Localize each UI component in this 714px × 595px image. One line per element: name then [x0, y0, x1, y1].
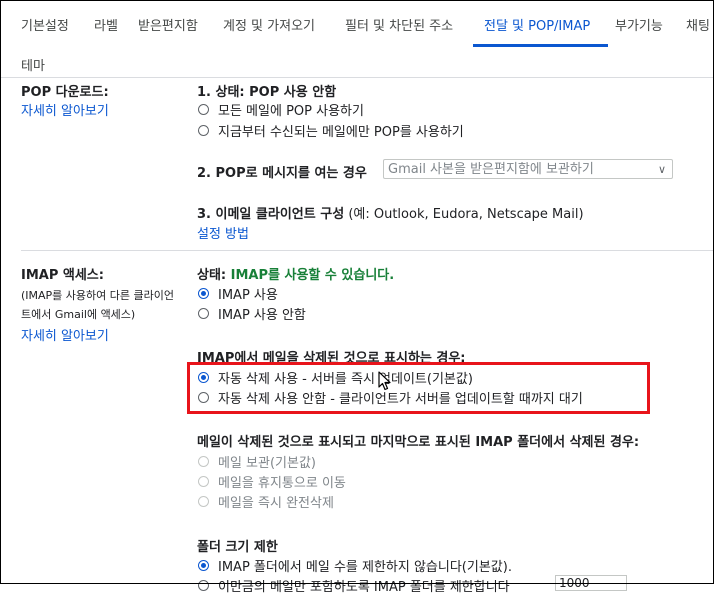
chevron-down-icon: ∨	[657, 163, 666, 176]
imap-status-prefix: 상태:	[197, 268, 231, 283]
folder-no-limit-radio[interactable]	[198, 560, 209, 571]
section-divider	[21, 250, 714, 251]
pop-step3-title: 3. 이메일 클라이언트 구성	[197, 207, 345, 222]
imap-enable-label[interactable]: IMAP 사용	[218, 284, 278, 303]
imap-status-label: 상태: IMAP를 사용할 수 있습니다.	[197, 264, 394, 283]
active-tab-indicator	[473, 44, 608, 47]
auto-expunge-off-radio[interactable]	[198, 392, 209, 403]
tab-labels[interactable]: 라벨	[94, 15, 118, 34]
pop-status-label: 1. 상태: POP 사용 안함	[197, 81, 336, 100]
pop-step3-label: 3. 이메일 클라이언트 구성 (예: Outlook, Eudora, Net…	[197, 203, 584, 222]
settings-tab-bar: 기본설정 라벨 받은편지함 계정 및 가져오기 필터 및 차단된 주소 전달 및…	[0, 0, 714, 46]
pop-status-prefix: 1. 상태:	[197, 85, 250, 100]
tab-general[interactable]: 기본설정	[21, 15, 69, 34]
mouse-pointer-icon	[378, 371, 391, 391]
imap-desc-line1: (IMAP를 사용하여 다른 클라이언	[21, 289, 174, 302]
tab-forwarding-pop-imap[interactable]: 전달 및 POP/IMAP	[484, 15, 590, 34]
tab-filters-blocked[interactable]: 필터 및 차단된 주소	[345, 15, 453, 34]
tab-chat[interactable]: 채팅	[686, 15, 710, 34]
expunge-archive-label: 메일 보관(기본값)	[218, 456, 316, 471]
pop-all-mail-label[interactable]: 모든 메일에 POP 사용하기	[218, 100, 364, 119]
imap-desc-line2: 트에서 Gmail에 액세스)	[21, 308, 136, 321]
folder-limit-input[interactable]: 1000	[555, 575, 627, 591]
folder-no-limit-label[interactable]: IMAP 폴더에서 메일 수를 제한하지 않습니다(기본값).	[218, 556, 512, 575]
pop-action-selected-value: Gmail 사본을 받은편지함에 보관하기	[388, 162, 594, 177]
pop-from-now-radio[interactable]	[198, 125, 209, 136]
imap-section-title: IMAP 액세스:	[21, 268, 104, 283]
pop-from-now-label[interactable]: 지금부터 수신되는 메일에만 POP를 사용하기	[218, 121, 464, 140]
imap-delete-heading: IMAP에서 메일을 삭제된 것으로 표시하는 경우:	[197, 351, 466, 366]
expunge-delete-radio[interactable]	[198, 496, 209, 507]
folder-limit-label[interactable]: 이만큼의 메일만 포함하도록 IMAP 폴더를 제한합니다	[218, 576, 510, 595]
pop-learn-more-link[interactable]: 자세히 알아보기	[21, 100, 109, 119]
expunge-trash-radio[interactable]	[198, 476, 209, 487]
pop-setup-link[interactable]: 설정 방법	[197, 223, 249, 242]
tab-accounts-import[interactable]: 계정 및 가져오기	[223, 15, 315, 34]
pop-action-select[interactable]: Gmail 사본을 받은편지함에 보관하기 ∨	[383, 159, 673, 179]
imap-status-value: IMAP를 사용할 수 있습니다.	[230, 268, 395, 283]
pop-status-value: POP 사용 안함	[249, 85, 337, 100]
folder-size-heading: 폴더 크기 제한	[197, 540, 278, 555]
tabs-divider	[0, 77, 714, 78]
imap-disable-label[interactable]: IMAP 사용 안함	[218, 304, 306, 323]
tab-themes[interactable]: 테마	[21, 55, 45, 74]
imap-expunge-heading: 메일이 삭제된 것으로 표시되고 마지막으로 표시된 IMAP 폴더에서 삭제된…	[197, 435, 640, 450]
tab-inbox[interactable]: 받은편지함	[138, 15, 198, 34]
imap-learn-more-link[interactable]: 자세히 알아보기	[21, 325, 109, 344]
auto-expunge-on-radio[interactable]	[198, 372, 209, 383]
pop-step3-example: (예: Outlook, Eudora, Netscape Mail)	[348, 207, 584, 222]
expunge-archive-radio[interactable]	[198, 456, 209, 467]
pop-step2-label: 2. POP로 메시지를 여는 경우	[197, 166, 367, 181]
imap-disable-radio[interactable]	[198, 308, 209, 319]
auto-expunge-off-label[interactable]: 자동 삭제 사용 안함 - 클라이언트가 서버를 업데이트할 때까지 대기	[218, 388, 583, 407]
expunge-delete-label: 메일을 즉시 완전삭제	[218, 496, 334, 511]
pop-section-title: POP 다운로드:	[21, 85, 109, 100]
auto-expunge-on-label[interactable]: 자동 삭제 사용 - 서버를 즉시 업데이트(기본값)	[218, 368, 473, 387]
tab-addons[interactable]: 부가기능	[615, 15, 663, 34]
imap-enable-radio[interactable]	[198, 288, 209, 299]
folder-limit-radio[interactable]	[198, 580, 209, 591]
expunge-trash-label: 메일을 휴지통으로 이동	[218, 476, 346, 491]
pop-all-mail-radio[interactable]	[198, 104, 209, 115]
